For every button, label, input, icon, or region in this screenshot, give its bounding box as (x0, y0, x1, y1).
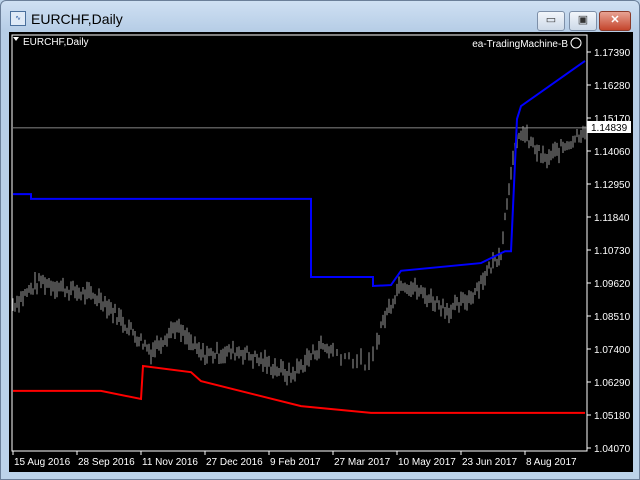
x-tick-label: 27 Dec 2016 (206, 457, 263, 468)
y-tick-label: 1.11840 (594, 213, 630, 224)
y-tick-label: 1.10730 (594, 246, 631, 257)
x-tick-label: 11 Nov 2016 (142, 457, 198, 468)
y-tick-label: 1.04070 (594, 444, 631, 455)
chart-symbol-label: EURCHF,Daily (23, 37, 89, 48)
triangle-down-icon[interactable] (13, 37, 19, 41)
y-tick-label: 1.08510 (594, 312, 631, 323)
y-tick-label: 1.12950 (594, 180, 631, 191)
expert-label: ea-TradingMachine-B (472, 39, 568, 50)
y-tick-label: 1.16280 (594, 81, 631, 92)
y-tick-label: 1.07400 (594, 345, 631, 356)
x-tick-label: 27 Mar 2017 (334, 457, 391, 468)
close-button[interactable]: ✕ (599, 11, 631, 31)
y-tick-label: 1.06290 (594, 378, 631, 389)
y-tick-label: 1.09620 (594, 279, 631, 290)
x-tick-label: 15 Aug 2016 (14, 457, 71, 468)
price-chart[interactable]: EURCHF,Daily ea-TradingMachine-B 1.17390… (9, 32, 633, 472)
chart-window: ∿ EURCHF,Daily ▭ ▣ ✕ EURCHF,Daily ea-Tra… (0, 0, 640, 480)
maximize-button[interactable]: ▣ (569, 11, 597, 31)
plot-frame (11, 34, 588, 452)
minimize-button[interactable]: ▭ (537, 11, 565, 31)
x-tick-label: 10 May 2017 (398, 457, 456, 468)
y-tick-label: 1.17390 (594, 48, 631, 59)
x-tick-label: 8 Aug 2017 (526, 457, 577, 468)
x-tick-label: 9 Feb 2017 (270, 457, 321, 468)
current-price-label: 1.14839 (591, 123, 628, 134)
window-title: EURCHF,Daily (31, 11, 123, 27)
y-tick-label: 1.05180 (594, 411, 631, 422)
x-tick-label: 23 Jun 2017 (462, 457, 517, 468)
y-tick-label: 1.14060 (594, 147, 631, 158)
chart-canvas[interactable]: EURCHF,Daily ea-TradingMachine-B 1.17390… (9, 32, 633, 472)
chart-window-icon: ∿ (10, 11, 26, 26)
smiley-icon (570, 37, 582, 49)
x-tick-label: 28 Sep 2016 (78, 457, 135, 468)
